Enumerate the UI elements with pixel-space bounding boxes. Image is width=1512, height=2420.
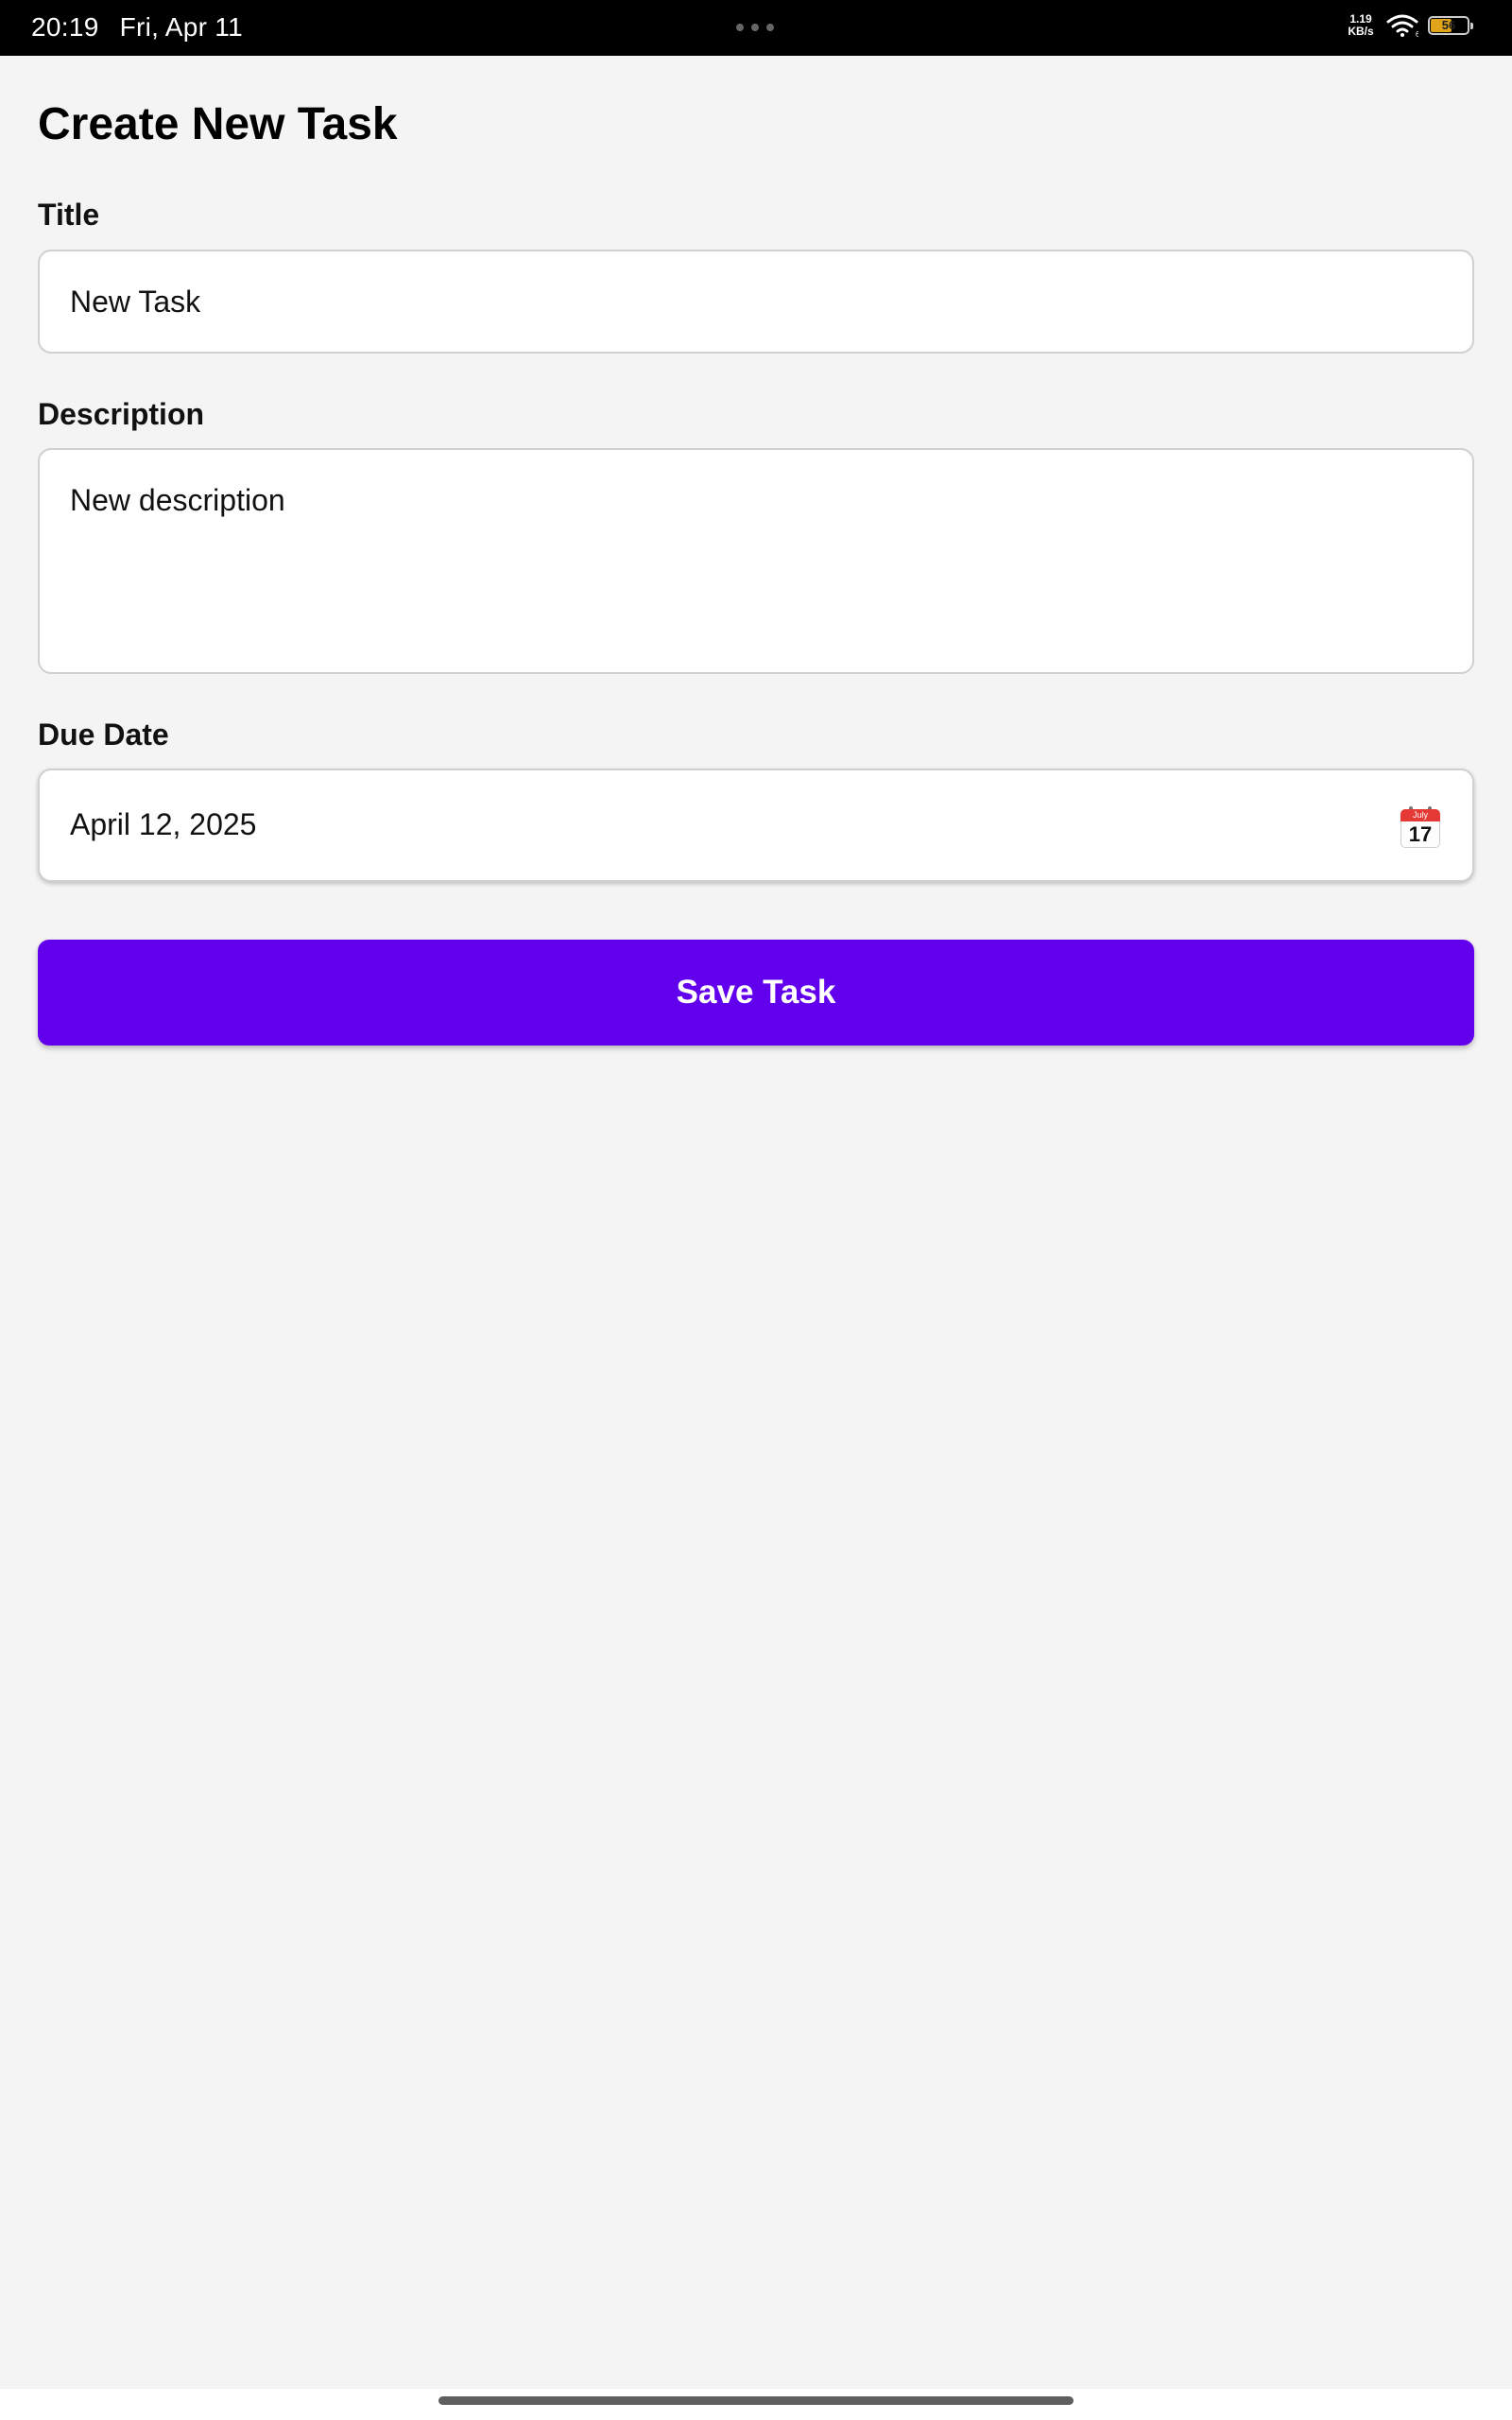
title-label: Title bbox=[38, 198, 100, 232]
wifi-icon: 6 bbox=[1386, 14, 1418, 37]
save-task-button[interactable]: Save Task bbox=[38, 940, 1474, 1046]
status-time: 20:19 bbox=[31, 12, 99, 42]
status-indicators: 1.19 KB/s 6 56 bbox=[1345, 13, 1473, 38]
network-speed: 1.19 KB/s bbox=[1345, 13, 1377, 38]
status-clock: 20:19 Fri, Apr 11 bbox=[31, 12, 243, 43]
multitask-dots-icon[interactable] bbox=[736, 24, 774, 31]
description-label: Description bbox=[38, 397, 205, 431]
calendar-icon[interactable]: July 17 bbox=[1400, 806, 1440, 848]
due-date-label: Due Date bbox=[38, 717, 169, 752]
due-date-picker[interactable]: April 12, 2025 July 17 bbox=[38, 769, 1474, 882]
gesture-handle[interactable] bbox=[438, 2396, 1074, 2405]
title-input[interactable] bbox=[38, 250, 1474, 354]
status-date: Fri, Apr 11 bbox=[119, 12, 243, 42]
network-speed-unit: KB/s bbox=[1348, 25, 1374, 38]
calendar-icon-month: July bbox=[1412, 810, 1428, 820]
battery-icon: 56 bbox=[1428, 16, 1473, 35]
svg-text:6: 6 bbox=[1416, 30, 1418, 37]
battery-level: 56 bbox=[1441, 18, 1456, 32]
page-title: Create New Task bbox=[38, 99, 398, 149]
calendar-icon-day: 17 bbox=[1408, 822, 1433, 846]
description-input[interactable]: New description bbox=[38, 448, 1474, 674]
status-bar: 20:19 Fri, Apr 11 1.19 KB/s 6 56 bbox=[0, 0, 1512, 56]
due-date-value: April 12, 2025 bbox=[70, 807, 257, 841]
